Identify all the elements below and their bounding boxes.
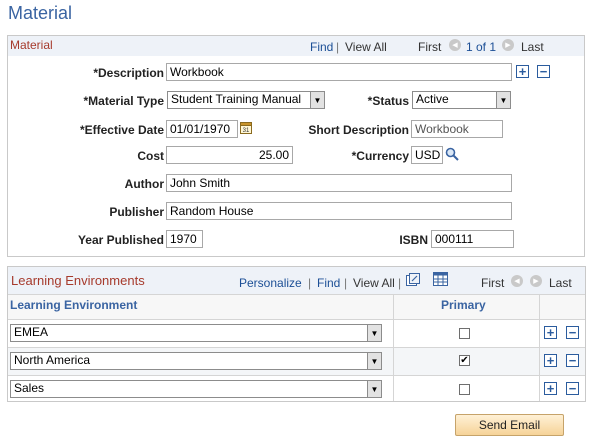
learning-environment-select[interactable]: EMEA ▼ (10, 324, 382, 342)
svg-text:31: 31 (243, 128, 250, 134)
column-header-primary[interactable]: Primary (441, 298, 486, 312)
primary-checkbox[interactable]: ✔ (459, 355, 470, 366)
grid-nav-separator: | (344, 276, 348, 290)
material-first-label: First (418, 40, 442, 54)
learning-environment-value: Sales (14, 381, 45, 395)
zoom-grid-icon[interactable] (406, 273, 420, 287)
send-email-button[interactable]: Send Email (455, 414, 564, 436)
publisher-field[interactable]: Random House (166, 202, 512, 220)
chevron-down-icon[interactable]: ▼ (367, 325, 381, 341)
add-row-button[interactable]: + (516, 65, 529, 78)
learning-environment-select[interactable]: Sales ▼ (10, 380, 382, 398)
add-row-button[interactable]: + (544, 382, 557, 395)
divider (8, 347, 585, 348)
chevron-right-icon[interactable]: ▶ (530, 275, 542, 287)
checkmark-icon: ✔ (460, 354, 469, 366)
grid-find-link[interactable]: Find (317, 276, 340, 290)
material-last-label: Last (521, 40, 544, 54)
author-field[interactable]: John Smith (166, 174, 512, 192)
learning-environments-title: Learning Environments (11, 273, 145, 288)
year-published-field[interactable]: 1970 (166, 230, 203, 248)
material-type-value: Student Training Manual (171, 92, 302, 106)
currency-field[interactable]: USD (411, 146, 443, 164)
chevron-left-icon[interactable]: ◀ (449, 39, 461, 51)
column-header-learning-environment[interactable]: Learning Environment (10, 298, 137, 312)
delete-row-button[interactable]: − (537, 65, 550, 78)
isbn-field[interactable]: 000111 (431, 230, 514, 248)
status-select[interactable]: Active ▼ (412, 91, 511, 109)
divider (8, 375, 585, 376)
page-title: Material (8, 3, 73, 23)
status-value: Active (416, 92, 449, 106)
material-type-select[interactable]: Student Training Manual ▼ (167, 91, 325, 109)
material-type-label: *Material Type (83, 94, 164, 108)
isbn-label: ISBN (399, 233, 428, 247)
chevron-down-icon[interactable]: ▼ (310, 92, 324, 108)
description-field[interactable]: Workbook (166, 63, 512, 81)
cost-label: Cost (137, 149, 164, 163)
column-divider (539, 294, 540, 401)
currency-label: *Currency (351, 149, 409, 163)
chevron-left-icon[interactable]: ◀ (511, 275, 523, 287)
delete-row-button[interactable]: − (566, 354, 579, 367)
magnifier-icon[interactable] (445, 147, 459, 161)
learning-environment-value: EMEA (14, 325, 49, 339)
primary-checkbox[interactable] (459, 328, 470, 339)
effective-date-field[interactable]: 01/01/1970 (166, 120, 238, 138)
column-divider (393, 294, 394, 401)
status-label: *Status (367, 94, 409, 108)
material-find-link[interactable]: Find (310, 40, 333, 54)
grid-first-label: First (481, 276, 505, 290)
chevron-down-icon[interactable]: ▼ (367, 353, 381, 369)
short-description-field[interactable]: Workbook (411, 120, 503, 138)
learning-environment-value: North America (14, 353, 91, 367)
delete-row-button[interactable]: − (566, 326, 579, 339)
cost-field[interactable]: 25.00 (166, 146, 293, 164)
grid-view-all-link[interactable]: View All (353, 276, 395, 290)
download-grid-icon[interactable] (433, 272, 448, 286)
chevron-down-icon[interactable]: ▼ (367, 381, 381, 397)
divider (8, 294, 585, 295)
delete-row-button[interactable]: − (566, 382, 579, 395)
grid-nav-separator: | (398, 276, 402, 290)
chevron-right-icon[interactable]: ▶ (502, 39, 514, 51)
effective-date-label: *Effective Date (79, 123, 164, 137)
learning-environment-select[interactable]: North America ▼ (10, 352, 382, 370)
year-published-label: Year Published (77, 233, 164, 247)
material-group-title: Material (10, 38, 53, 52)
author-label: Author (124, 177, 164, 191)
publisher-label: Publisher (109, 205, 164, 219)
description-label: *Description (93, 66, 164, 80)
divider (8, 319, 585, 320)
grid-last-label: Last (549, 276, 572, 290)
grid-nav-separator: | (308, 276, 312, 290)
material-view-all-link[interactable]: View All (345, 40, 387, 54)
material-range-label: 1 of 1 (466, 40, 497, 54)
calendar-icon[interactable]: 31 (240, 121, 252, 134)
chevron-down-icon[interactable]: ▼ (496, 92, 510, 108)
personalize-link[interactable]: Personalize (239, 276, 302, 290)
short-description-label: Short Description (308, 123, 409, 137)
add-row-button[interactable]: + (544, 354, 557, 367)
material-group-header (8, 36, 584, 56)
add-row-button[interactable]: + (544, 326, 557, 339)
primary-checkbox[interactable] (459, 384, 470, 395)
material-nav-separator: | (336, 40, 340, 54)
